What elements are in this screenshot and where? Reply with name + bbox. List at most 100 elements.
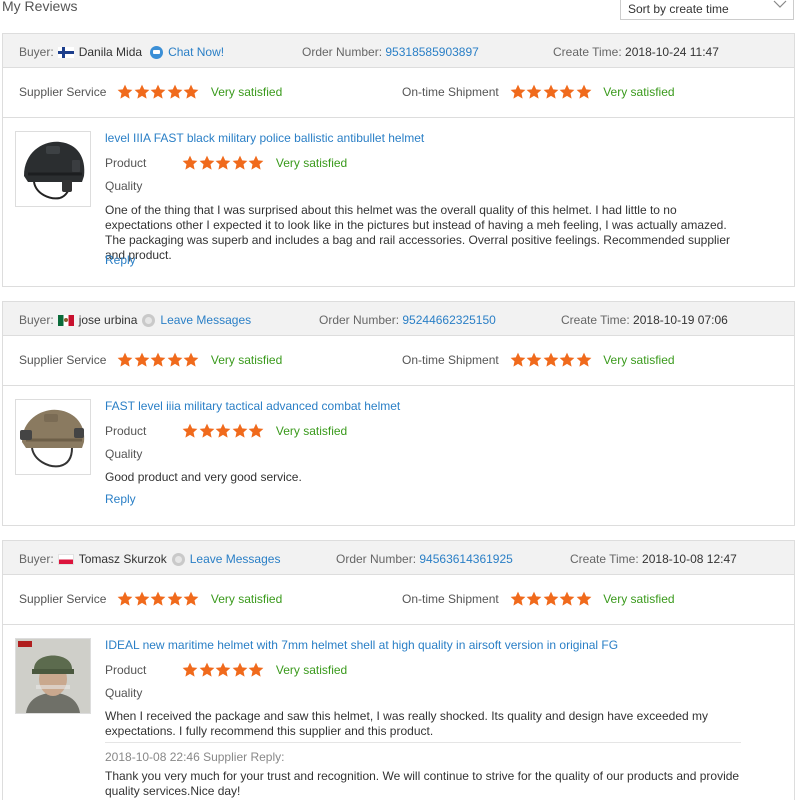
shipment-rating: On-time Shipment Very satisfied xyxy=(402,591,675,607)
star-icon xyxy=(559,591,575,606)
rating-text: Very satisfied xyxy=(275,156,348,170)
shipment-label: On-time Shipment xyxy=(402,353,499,367)
create-time-label: Create Time: xyxy=(570,552,639,566)
create-time-label: Create Time: xyxy=(553,45,622,59)
supplier-service-rating: Supplier Service Very satisfied xyxy=(19,352,282,368)
star-icon xyxy=(150,591,166,606)
product-label: Product xyxy=(105,156,147,170)
star-icon xyxy=(167,84,183,99)
review-card: Buyer: Danila Mida Chat Now! Order Numbe… xyxy=(2,33,795,287)
star-icon xyxy=(510,352,526,367)
star-icon xyxy=(150,352,166,367)
chevron-down-icon xyxy=(773,0,787,8)
product-label: Product xyxy=(105,663,147,677)
supplier-service-label: Supplier Service xyxy=(19,85,107,99)
star-icon xyxy=(526,352,542,367)
buyer-info: Buyer: Danila Mida Chat Now! xyxy=(19,45,224,59)
supplier-service-label: Supplier Service xyxy=(19,353,107,367)
star-icon xyxy=(543,84,559,99)
star-icon xyxy=(134,84,150,99)
product-thumbnail[interactable] xyxy=(15,638,91,714)
star-rating xyxy=(182,423,265,439)
star-icon xyxy=(117,84,133,99)
order-number-link[interactable]: 95318585903897 xyxy=(385,45,478,59)
star-icon xyxy=(199,155,215,170)
star-icon xyxy=(543,352,559,367)
review-card: Buyer: jose urbina Leave Messages Order … xyxy=(2,301,795,526)
message-icon xyxy=(142,313,156,327)
star-icon xyxy=(576,352,592,367)
helmet-image xyxy=(20,409,85,468)
flag-mexico-icon xyxy=(57,314,74,326)
supplier-reply-meta: 2018-10-08 22:46 Supplier Reply: xyxy=(105,750,285,764)
chat-now-link[interactable]: Chat Now! xyxy=(168,45,224,59)
review-text: One of the thing that I was surprised ab… xyxy=(105,203,731,262)
rating-text: Very satisfied xyxy=(275,663,348,677)
helmet-wearer-image xyxy=(16,639,90,713)
chat-icon xyxy=(150,45,164,59)
create-time-value: 2018-10-08 12:47 xyxy=(642,552,737,566)
seller-ratings: Supplier Service Very satisfied On-time … xyxy=(3,336,794,386)
star-icon xyxy=(526,84,542,99)
create-time-info: Create Time: 2018-10-19 07:06 xyxy=(561,313,728,327)
buyer-name: Danila Mida xyxy=(78,45,143,59)
product-rating: Product Very satisfied xyxy=(105,662,347,678)
message-icon xyxy=(171,552,185,566)
star-icon xyxy=(199,662,215,677)
flag-finland-icon xyxy=(57,46,74,58)
star-icon xyxy=(543,591,559,606)
quality-label: Quality xyxy=(105,447,143,461)
star-icon xyxy=(167,352,183,367)
star-icon xyxy=(510,591,526,606)
star-icon xyxy=(232,155,248,170)
quality-label: Quality xyxy=(105,686,143,700)
rating-text: Very satisfied xyxy=(210,353,283,367)
star-rating xyxy=(117,591,200,607)
supplier-service-rating: Supplier Service Very satisfied xyxy=(19,591,282,607)
reply-link[interactable]: Reply xyxy=(105,253,136,267)
rating-text: Very satisfied xyxy=(210,85,283,99)
star-icon xyxy=(182,423,198,438)
star-icon xyxy=(150,84,166,99)
star-rating xyxy=(117,84,200,100)
star-icon xyxy=(117,352,133,367)
star-icon xyxy=(559,352,575,367)
order-info: Order Number: 95244662325150 xyxy=(319,313,496,327)
star-rating xyxy=(117,352,200,368)
star-icon xyxy=(183,591,199,606)
star-icon xyxy=(183,84,199,99)
product-title-link[interactable]: FAST level iiia military tactical advanc… xyxy=(105,399,400,413)
star-icon xyxy=(167,591,183,606)
product-title-link[interactable]: level IIIA FAST black military police ba… xyxy=(105,131,424,145)
buyer-info: Buyer: jose urbina Leave Messages xyxy=(19,313,251,327)
leave-messages-link[interactable]: Leave Messages xyxy=(190,552,281,566)
seller-ratings: Supplier Service Very satisfied On-time … xyxy=(3,575,794,625)
star-rating xyxy=(182,662,265,678)
product-thumbnail[interactable] xyxy=(15,399,91,475)
star-icon xyxy=(510,84,526,99)
review-card: Buyer: Tomasz Skurzok Leave Messages Ord… xyxy=(2,540,795,800)
supplier-service-label: Supplier Service xyxy=(19,592,107,606)
sort-select[interactable]: Sort by create time xyxy=(620,0,794,20)
order-number-link[interactable]: 95244662325150 xyxy=(402,313,495,327)
star-icon xyxy=(248,423,264,438)
create-time-info: Create Time: 2018-10-24 11:47 xyxy=(553,45,719,59)
supplier-reply-text: Thank you very much for your trust and r… xyxy=(105,769,740,798)
star-rating xyxy=(510,591,593,607)
buyer-label: Buyer: xyxy=(19,552,54,566)
review-header: Buyer: Tomasz Skurzok Leave Messages Ord… xyxy=(3,541,794,575)
create-time-value: 2018-10-19 07:06 xyxy=(633,313,728,327)
quality-label: Quality xyxy=(105,179,143,193)
review-text: Good product and very good service. xyxy=(105,470,302,484)
star-icon xyxy=(183,352,199,367)
rating-text: Very satisfied xyxy=(603,592,675,606)
leave-messages-link[interactable]: Leave Messages xyxy=(160,313,251,327)
order-number-link[interactable]: 94563614361925 xyxy=(419,552,512,566)
order-info: Order Number: 95318585903897 xyxy=(302,45,479,59)
order-number-label: Order Number: xyxy=(336,552,417,566)
product-title-link[interactable]: IDEAL new maritime helmet with 7mm helme… xyxy=(105,638,618,652)
review-text: When I received the package and saw this… xyxy=(105,709,708,738)
product-thumbnail[interactable] xyxy=(15,131,91,207)
reply-link[interactable]: Reply xyxy=(105,492,136,506)
shipment-label: On-time Shipment xyxy=(402,85,499,99)
